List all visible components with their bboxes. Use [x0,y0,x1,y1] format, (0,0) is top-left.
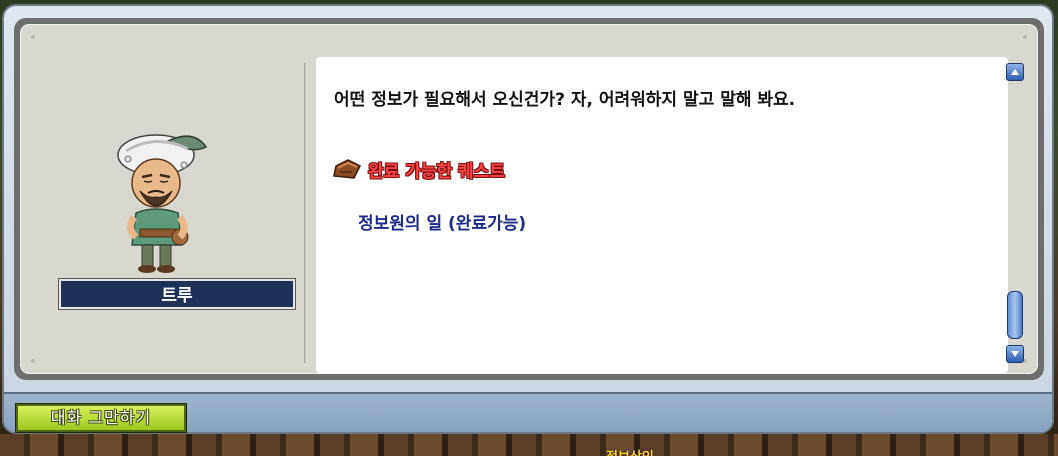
npc-dialog-text: 어떤 정보가 필요해서 오신건가? 자, 어려워하지 말고 말해 봐요. [334,90,796,110]
end-chat-button[interactable]: 대화 그만하기 [15,403,187,433]
npc-name-plate: 트루 [58,278,296,310]
frame-rivet [31,35,35,39]
npc-portrait [117,134,208,273]
dialog-scrollbar[interactable] [1006,63,1026,369]
dialog-frame: 트루 어떤 정보가 필요해서 오신건가? 자, 어려워하지 말고 말해 봐요. … [14,18,1044,380]
quest-section-header: 완료 가능한 퀘스트 [332,157,505,182]
quest-book-icon [333,159,362,179]
scroll-down-button[interactable] [1006,345,1024,363]
quest-item-informant-job[interactable]: 정보원의 일 (완료가능) [358,209,526,234]
dialog-content: 트루 어떤 정보가 필요해서 오신건가? 자, 어려워하지 말고 말해 봐요. … [20,24,1038,374]
frame-rivet [1023,35,1027,39]
dialog-text-panel: 어떤 정보가 필요해서 오신건가? 자, 어려워하지 말고 말해 봐요. 완료 … [316,57,1008,373]
frame-rivet [31,359,35,363]
scroll-thumb[interactable] [1007,291,1023,339]
panel-divider [304,63,307,363]
game-scene-strip [0,434,1058,456]
map-name-label: 정보상인 [606,446,654,456]
scroll-up-button[interactable] [1006,63,1024,81]
quest-section-title: 완료 가능한 퀘스트 [368,161,505,182]
dialog-bottom-bar: 대화 그만하기 [4,392,1052,433]
npc-dialog-window: 트루 어떤 정보가 필요해서 오신건가? 자, 어려워하지 말고 말해 봐요. … [2,4,1054,434]
arrow-up-icon [1011,69,1019,75]
arrow-down-icon [1011,351,1019,357]
